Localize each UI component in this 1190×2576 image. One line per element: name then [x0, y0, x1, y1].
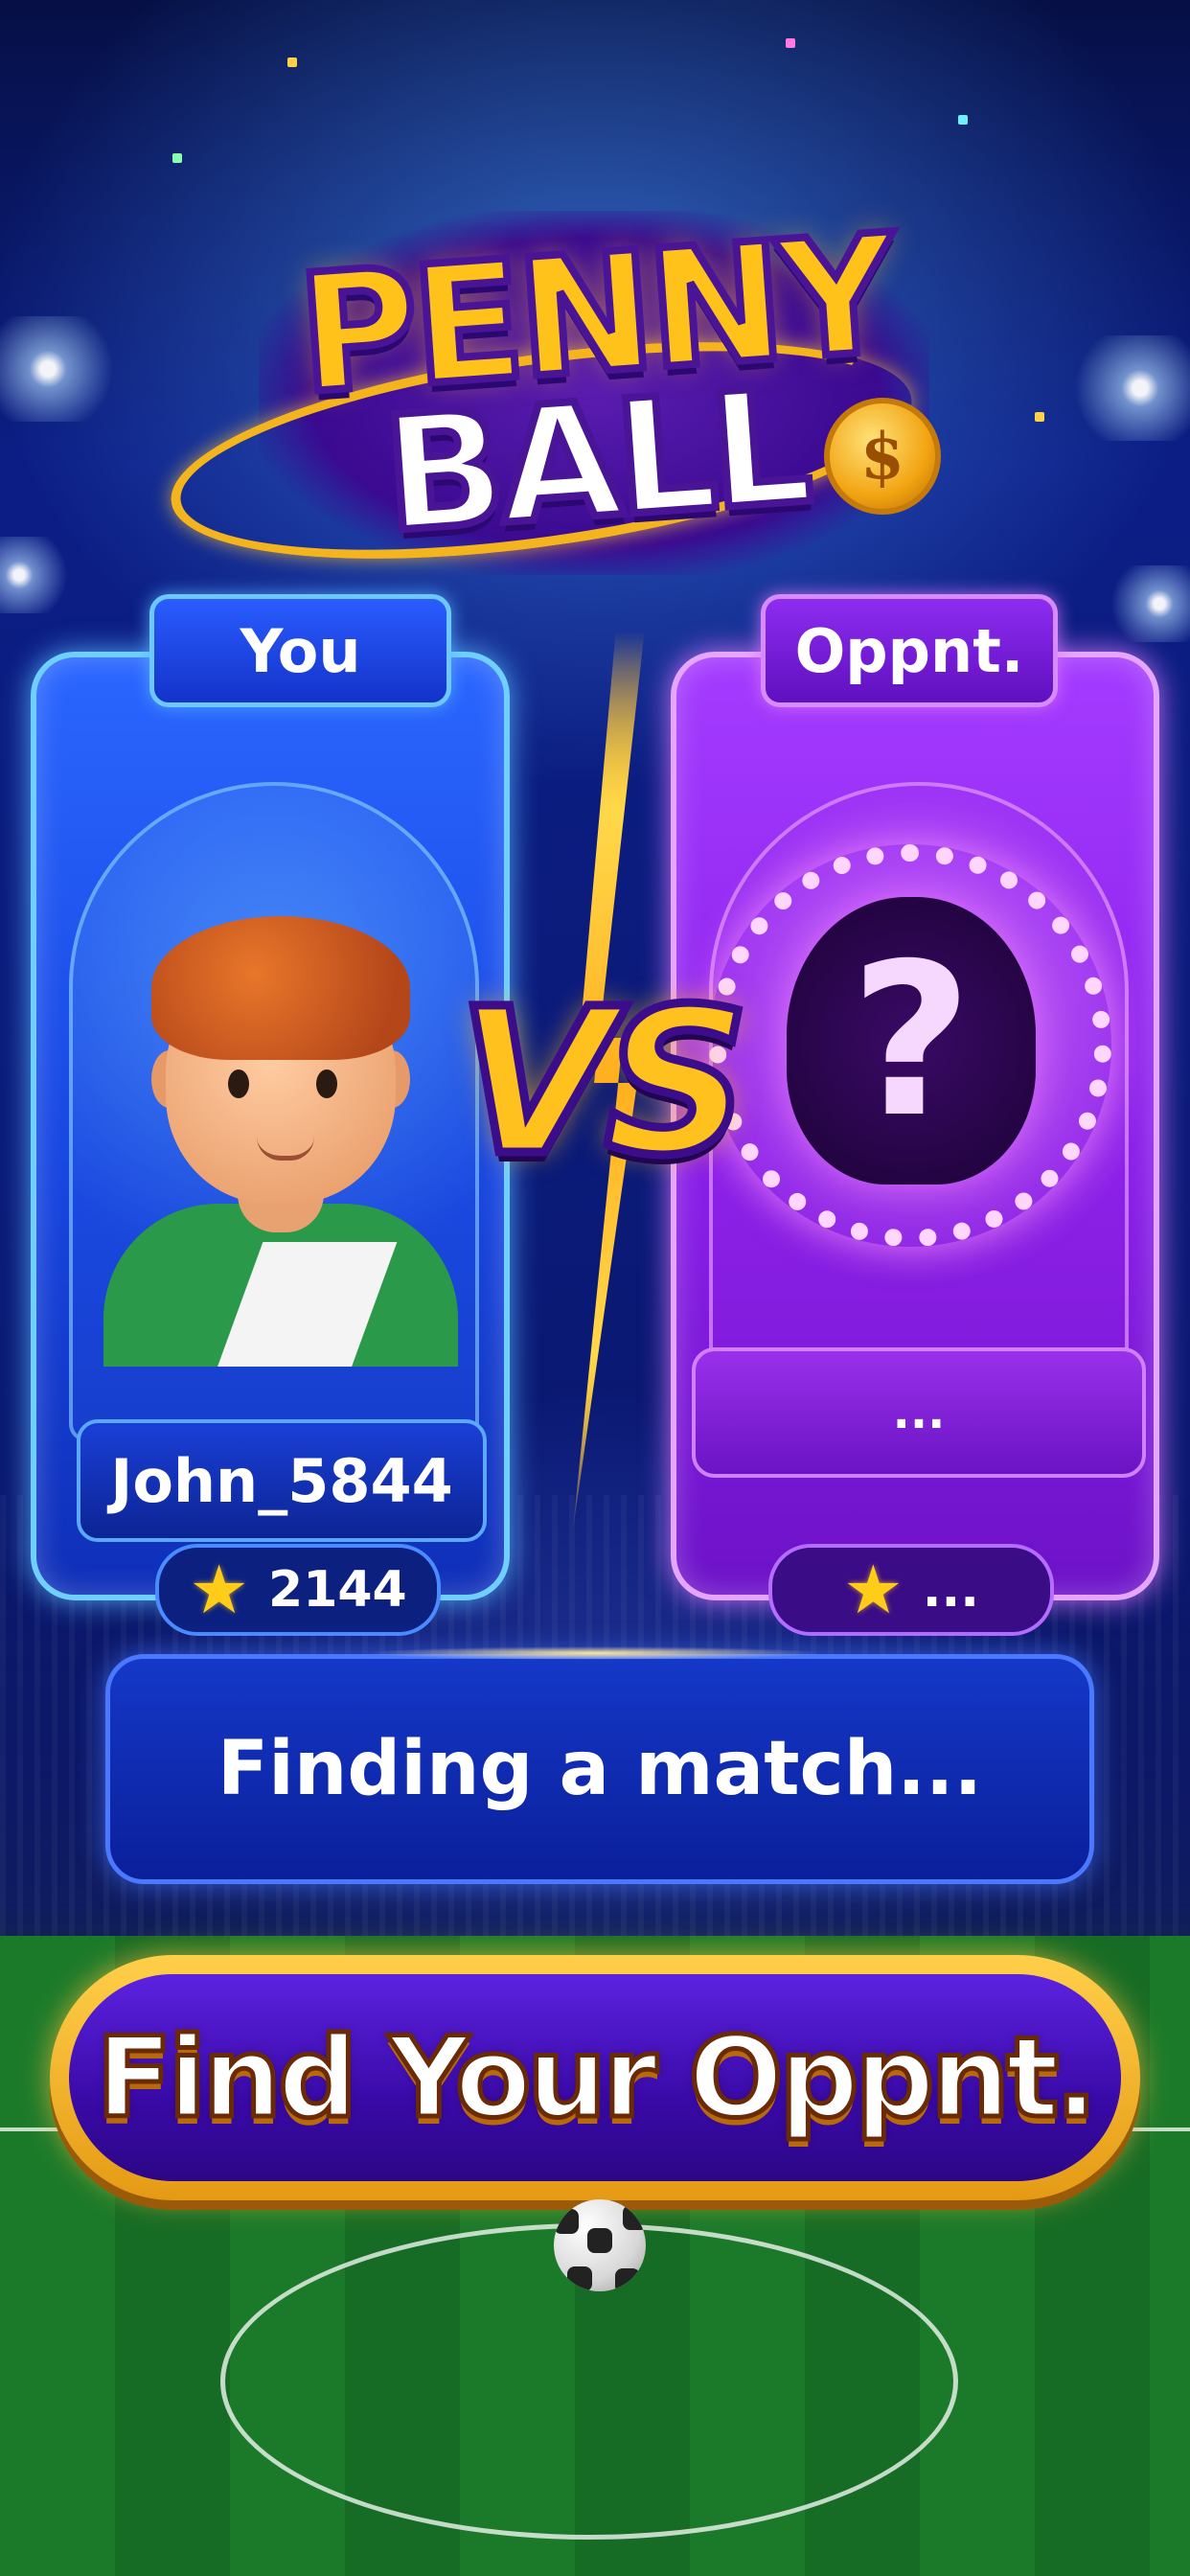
- soccer-ball-icon: [554, 2199, 646, 2291]
- confetti: [172, 153, 182, 163]
- find-opponent-button-label: Find Your Oppnt.: [94, 2011, 1100, 2145]
- player-avatar: [103, 878, 458, 1367]
- game-logo: PENNY BALL $: [0, 192, 1190, 598]
- confetti: [958, 115, 968, 125]
- star-icon: ★: [842, 1551, 904, 1629]
- confetti: [287, 58, 297, 67]
- avatar-hair: [151, 916, 410, 1060]
- player-username: John_5844: [77, 1419, 487, 1542]
- find-opponent-button[interactable]: Find Your Oppnt.: [50, 1955, 1140, 2200]
- opponent-username: ...: [692, 1347, 1146, 1478]
- opponent-score-badge: ★ ...: [768, 1544, 1054, 1636]
- player-tag: You: [149, 594, 451, 707]
- find-opponent-button-inner[interactable]: Find Your Oppnt.: [69, 1974, 1121, 2181]
- player-score: 2144: [268, 1561, 407, 1619]
- status-text: Finding a match...: [217, 1726, 983, 1812]
- status-glow: [364, 1646, 824, 1660]
- confetti: [786, 38, 795, 48]
- matchmaking-status: Finding a match...: [105, 1654, 1094, 1884]
- question-mark-icon: ?: [850, 918, 973, 1163]
- star-icon: ★: [189, 1551, 250, 1629]
- opponent-tag: Oppnt.: [761, 594, 1058, 707]
- player-score-badge: ★ 2144: [155, 1544, 441, 1636]
- versus-label: VS: [454, 965, 754, 1200]
- coin-icon: $: [824, 398, 941, 515]
- opponent-score: ...: [922, 1561, 980, 1619]
- player-card: John_5844 ★ 2144: [31, 652, 510, 1636]
